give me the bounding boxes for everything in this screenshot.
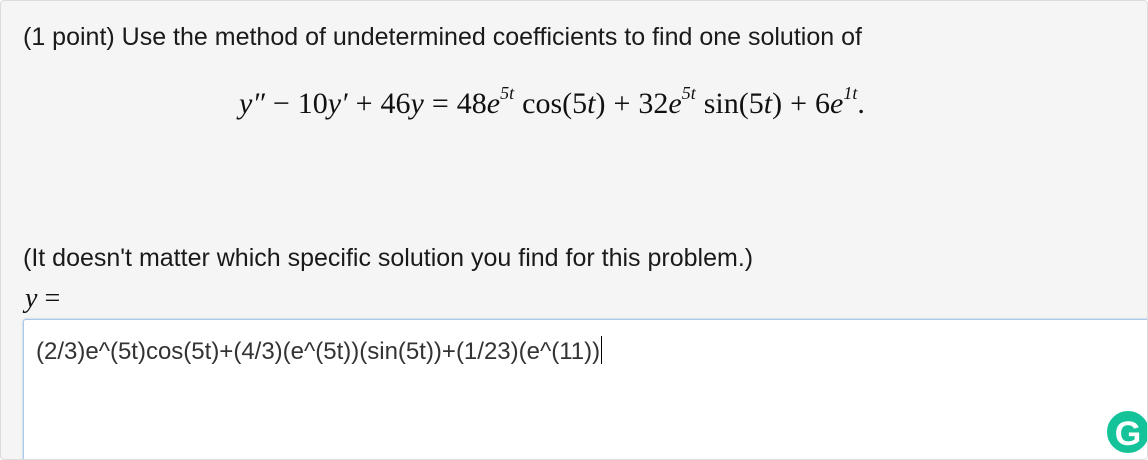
eq-t-2: t	[763, 87, 773, 120]
grammarly-icon[interactable]: G	[1105, 409, 1147, 455]
eq-close-2: )	[772, 87, 783, 120]
eq-y-double-prime: y″	[239, 87, 265, 120]
eq-plus-3: +	[790, 87, 807, 120]
answer-text: (2/3)e^(5t)cos(5t)+(4/3)(e^(5t))(sin(5t)…	[36, 336, 603, 366]
eq-plus-1: +	[355, 87, 373, 120]
answer-value: (2/3)e^(5t)cos(5t)+(4/3)(e^(5t))(sin(5t)…	[36, 338, 601, 365]
eq-cos: cos(5	[522, 87, 588, 120]
eq-coef-46: 46	[380, 87, 411, 120]
eq-e-2: e	[668, 87, 682, 120]
text-caret	[601, 336, 603, 364]
answer-label-var: y	[25, 283, 38, 314]
eq-e-3: e	[830, 87, 844, 120]
eq-rhs-coef-6: 6	[815, 87, 830, 120]
answer-label-equals: =	[44, 283, 61, 314]
problem-prompt: (1 point) Use the method of undetermined…	[23, 23, 862, 51]
eq-rhs-coef-32: 32	[638, 87, 669, 120]
eq-rhs-coef-48: 48	[456, 87, 487, 120]
eq-exponent-1: 5t	[500, 83, 515, 103]
answer-textarea[interactable]: (2/3)e^(5t)cos(5t)+(4/3)(e^(5t))(sin(5t)…	[23, 319, 1147, 459]
problem-panel: (1 point) Use the method of undetermined…	[0, 0, 1148, 460]
eq-y: y	[410, 87, 424, 120]
eq-coef-10: 10	[297, 87, 328, 120]
differential-equation: y″ −10y′ +46y = 48e5t cos(5t) +32e5t sin(5t) +6e…	[239, 84, 865, 121]
eq-minus: −	[272, 87, 290, 120]
eq-close-1: )	[595, 87, 606, 120]
eq-e-1: e	[486, 87, 501, 120]
eq-y-prime: y′	[327, 87, 348, 120]
eq-exponent-3: 1t	[843, 83, 858, 103]
eq-exponent-2: 5t	[681, 83, 696, 103]
eq-plus-2: +	[613, 87, 631, 120]
eq-sin: sin(5	[703, 87, 764, 120]
eq-period: .	[857, 87, 865, 120]
answer-label: y =	[25, 283, 60, 315]
problem-note: (It doesn't matter which specific soluti…	[23, 244, 754, 272]
eq-equals: =	[431, 87, 449, 120]
